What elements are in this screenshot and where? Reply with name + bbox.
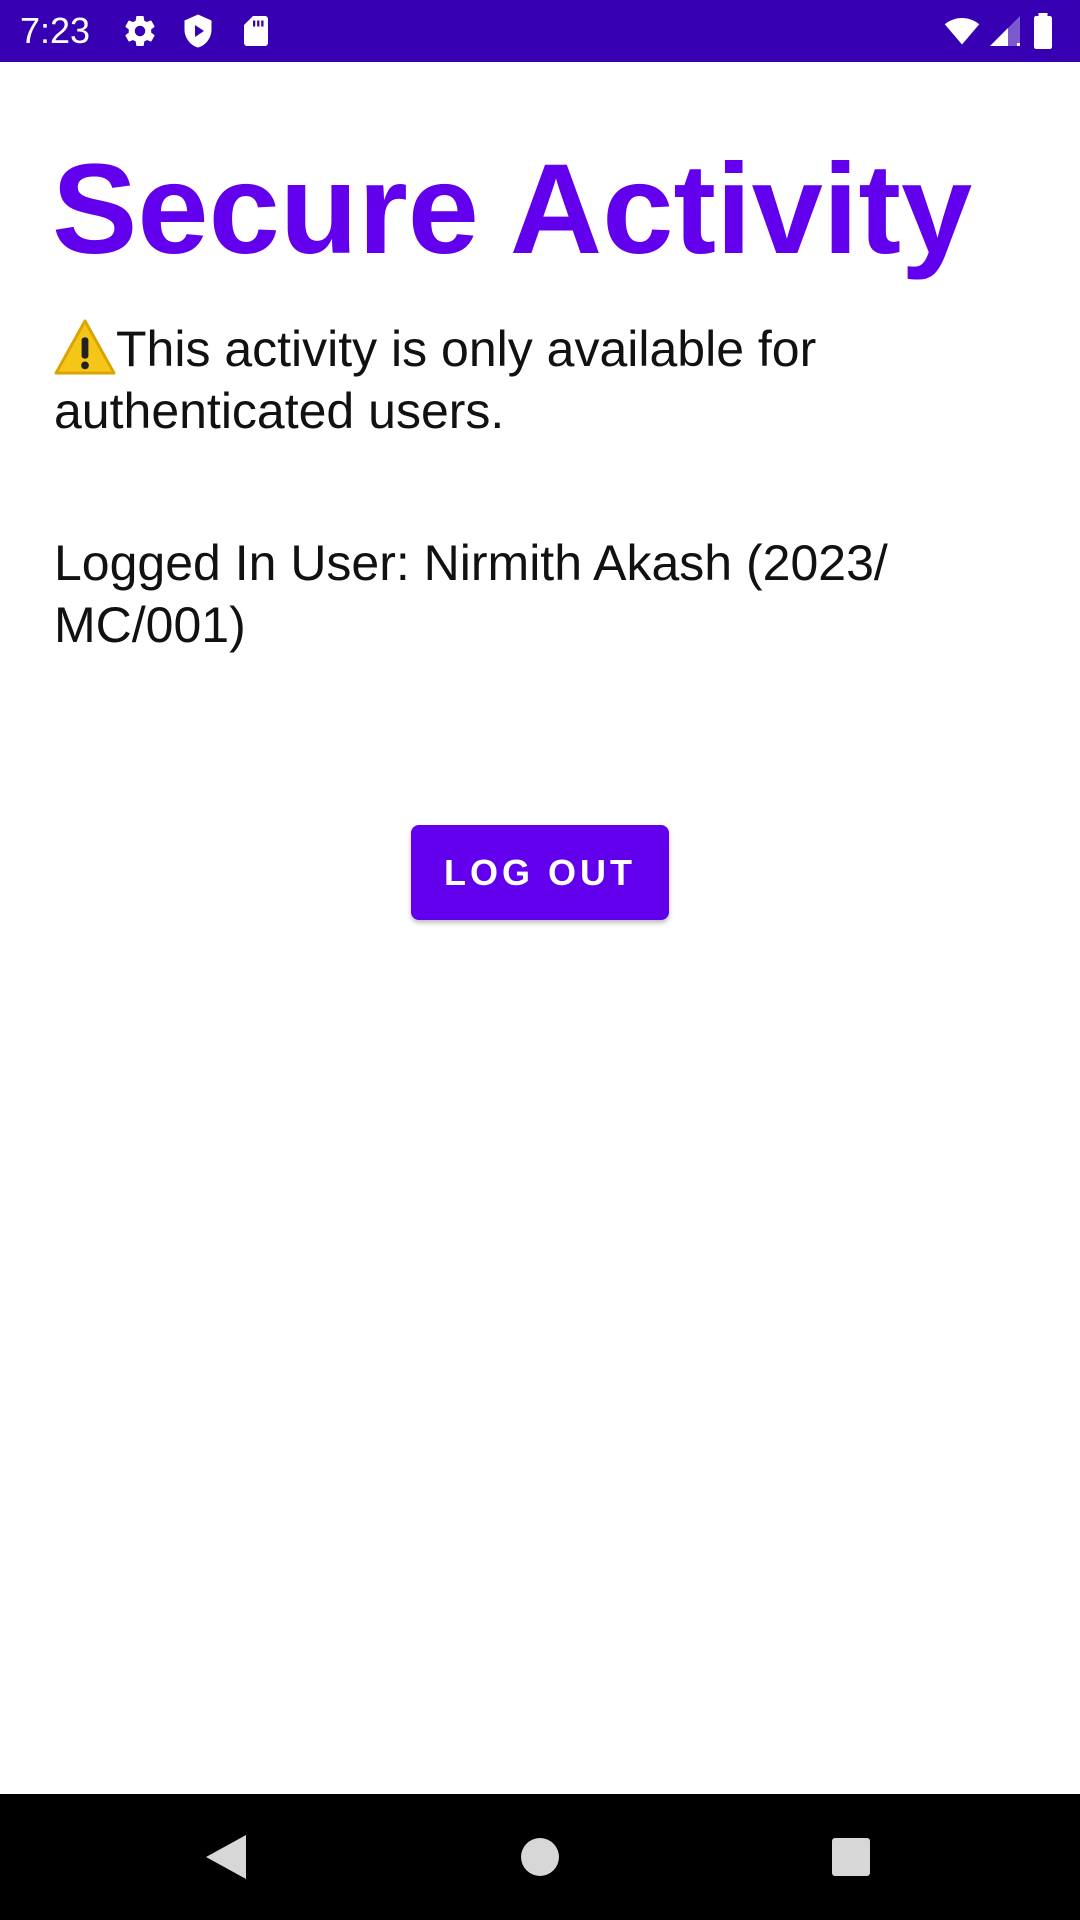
warning-message: This activity is only available for auth… bbox=[54, 318, 1014, 442]
logged-in-user-label: Logged In User: Nirmith Akash (2023/ MC/… bbox=[54, 535, 888, 653]
warning-icon bbox=[54, 318, 116, 376]
cellular-signal-icon bbox=[987, 13, 1023, 49]
secure-activity-screen: 7:23 Secure Activity This activity is on… bbox=[0, 0, 1080, 1920]
battery-icon bbox=[1031, 13, 1061, 49]
sd-card-icon bbox=[238, 13, 274, 49]
home-icon[interactable] bbox=[510, 1827, 570, 1887]
status-time: 7:23 bbox=[20, 10, 91, 51]
logout-button[interactable]: LOG OUT bbox=[411, 825, 669, 920]
shield-play-icon bbox=[180, 13, 216, 49]
warning-label: This activity is only available for auth… bbox=[54, 321, 817, 439]
status-bar: 7:23 bbox=[0, 0, 1080, 62]
wifi-icon bbox=[944, 13, 980, 49]
gear-icon bbox=[122, 13, 158, 49]
navigation-bar bbox=[0, 1794, 1080, 1920]
back-icon[interactable] bbox=[196, 1827, 256, 1887]
page-title: Secure Activity bbox=[52, 138, 973, 281]
recents-icon[interactable] bbox=[821, 1827, 881, 1887]
